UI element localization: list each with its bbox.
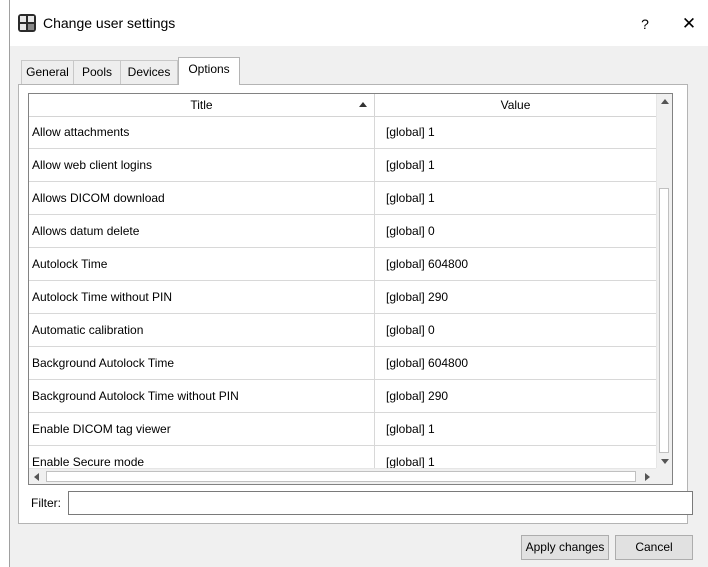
cancel-button[interactable]: Cancel <box>615 535 693 560</box>
close-icon[interactable]: ✕ <box>674 12 704 36</box>
table-row[interactable]: Background Autolock Time [global] 604800 <box>29 347 656 380</box>
column-header-value[interactable]: Value <box>375 94 656 116</box>
options-table: Title Value Allow attachments [global] 1… <box>28 93 673 485</box>
row-title: Allow web client logins <box>29 149 375 181</box>
table-row[interactable]: Allow web client logins [global] 1 <box>29 149 656 182</box>
scrollbar-corner <box>656 468 672 484</box>
chevron-right-icon[interactable] <box>645 473 650 481</box>
column-title-label: Title <box>190 98 213 112</box>
table-row[interactable]: Allows DICOM download [global] 1 <box>29 182 656 215</box>
tab-general[interactable]: General <box>21 60 74 84</box>
row-value[interactable]: [global] 1 <box>375 182 656 214</box>
filter-label: Filter: <box>31 496 61 510</box>
window-title: Change user settings <box>43 15 176 31</box>
table-row[interactable]: Enable DICOM tag viewer [global] 1 <box>29 413 656 446</box>
row-title: Allow attachments <box>29 116 375 148</box>
row-title: Autolock Time <box>29 248 375 280</box>
column-header-title[interactable]: Title <box>29 94 375 116</box>
table-row[interactable]: Autolock Time without PIN [global] 290 <box>29 281 656 314</box>
row-value[interactable]: [global] 604800 <box>375 248 656 280</box>
chevron-left-icon[interactable] <box>34 473 39 481</box>
chevron-up-icon <box>661 99 669 104</box>
app-icon <box>18 14 36 32</box>
scroll-down-button[interactable] <box>657 453 672 469</box>
row-title: Background Autolock Time <box>29 347 375 379</box>
row-value[interactable]: [global] 1 <box>375 149 656 181</box>
row-value[interactable]: [global] 0 <box>375 215 656 247</box>
table-row[interactable]: Enable Secure mode [global] 1 <box>29 446 656 469</box>
apply-changes-button[interactable]: Apply changes <box>521 535 609 560</box>
tab-pools[interactable]: Pools <box>73 60 121 84</box>
row-title: Automatic calibration <box>29 314 375 346</box>
row-value[interactable]: [global] 604800 <box>375 347 656 379</box>
row-value[interactable]: [global] 1 <box>375 413 656 445</box>
table-row[interactable]: Background Autolock Time without PIN [gl… <box>29 380 656 413</box>
row-title: Background Autolock Time without PIN <box>29 380 375 412</box>
filter-input[interactable] <box>68 491 693 515</box>
table-row[interactable]: Allows datum delete [global] 0 <box>29 215 656 248</box>
sort-ascending-icon <box>359 102 367 107</box>
table-body: Allow attachments [global] 1 Allow web c… <box>29 116 656 469</box>
chevron-down-icon <box>661 459 669 464</box>
row-title: Enable DICOM tag viewer <box>29 413 375 445</box>
help-button[interactable]: ? <box>630 12 660 36</box>
row-value[interactable]: [global] 290 <box>375 380 656 412</box>
title-bar: Change user settings ? ✕ <box>10 0 708 46</box>
scroll-up-button[interactable] <box>657 94 672 110</box>
vertical-scroll-thumb[interactable] <box>659 188 669 453</box>
row-title: Autolock Time without PIN <box>29 281 375 313</box>
tab-options[interactable]: Options <box>178 57 240 85</box>
row-title: Allows datum delete <box>29 215 375 247</box>
horizontal-scroll-thumb[interactable] <box>46 471 636 482</box>
horizontal-scrollbar[interactable] <box>29 468 656 484</box>
row-value[interactable]: [global] 1 <box>375 116 656 148</box>
table-header: Title Value <box>29 94 656 117</box>
row-title: Enable Secure mode <box>29 446 375 469</box>
row-title: Allows DICOM download <box>29 182 375 214</box>
row-value[interactable]: [global] 1 <box>375 446 656 469</box>
row-value[interactable]: [global] 290 <box>375 281 656 313</box>
table-row[interactable]: Automatic calibration [global] 0 <box>29 314 656 347</box>
tab-devices[interactable]: Devices <box>120 60 178 84</box>
vertical-scrollbar[interactable] <box>656 94 672 469</box>
table-row[interactable]: Autolock Time [global] 604800 <box>29 248 656 281</box>
table-row[interactable]: Allow attachments [global] 1 <box>29 116 656 149</box>
row-value[interactable]: [global] 0 <box>375 314 656 346</box>
